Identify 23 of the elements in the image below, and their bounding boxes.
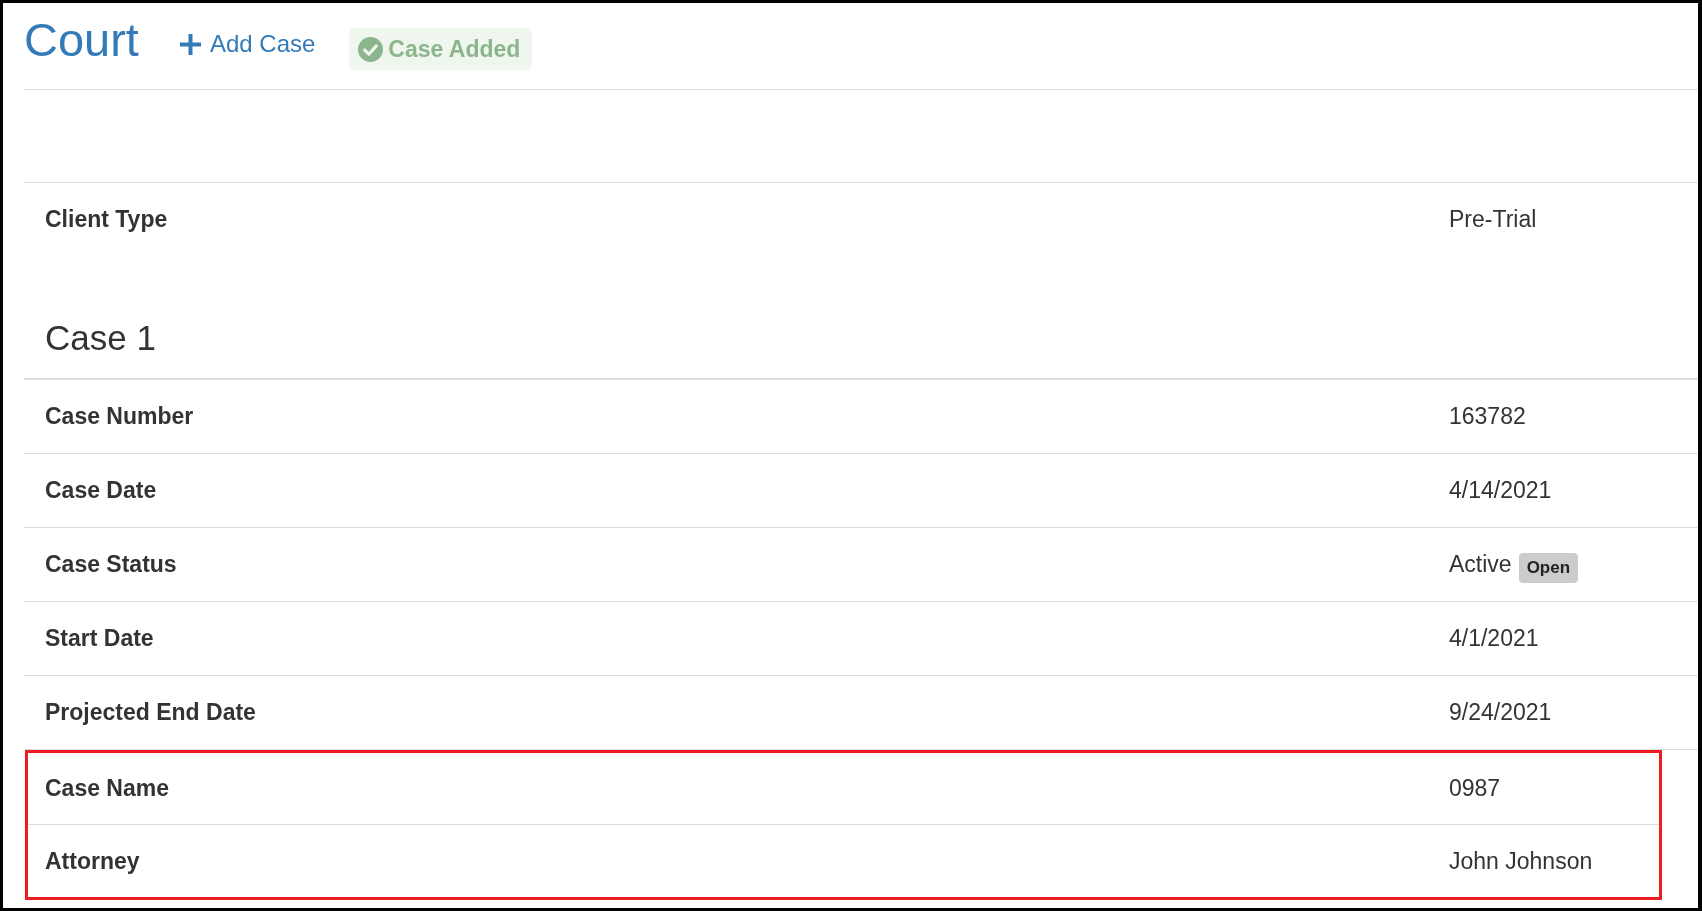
plus-icon [179,33,201,55]
field-label: Case Name [45,775,170,802]
field-label: Case Status [45,551,177,578]
toast-text: Case Added [388,37,521,61]
field-label: Start Date [45,625,154,652]
field-label: Case Number [45,403,194,430]
field-value: 0987 [1449,774,1501,804]
field-value: Pre-Trial [1449,204,1537,234]
field-value: 4/14/2021 [1449,476,1552,506]
field-label: Attorney [45,847,140,874]
field-label: Case Date [45,477,157,504]
field-label: Projected End Date [45,699,256,726]
field-value: John Johnson [1449,846,1593,876]
field-value: Active [1449,550,1512,580]
field-label: Client Type [45,205,168,232]
status-badge: Open [1518,552,1579,583]
check-circle-icon [358,36,384,62]
field-value: 163782 [1449,402,1526,432]
add-case-link[interactable]: Add Case [179,32,316,56]
field-value: 9/24/2021 [1449,698,1552,728]
field-value: 4/1/2021 [1449,624,1539,654]
page-title: Court [24,16,139,63]
section-heading: Case 1 [45,318,156,358]
